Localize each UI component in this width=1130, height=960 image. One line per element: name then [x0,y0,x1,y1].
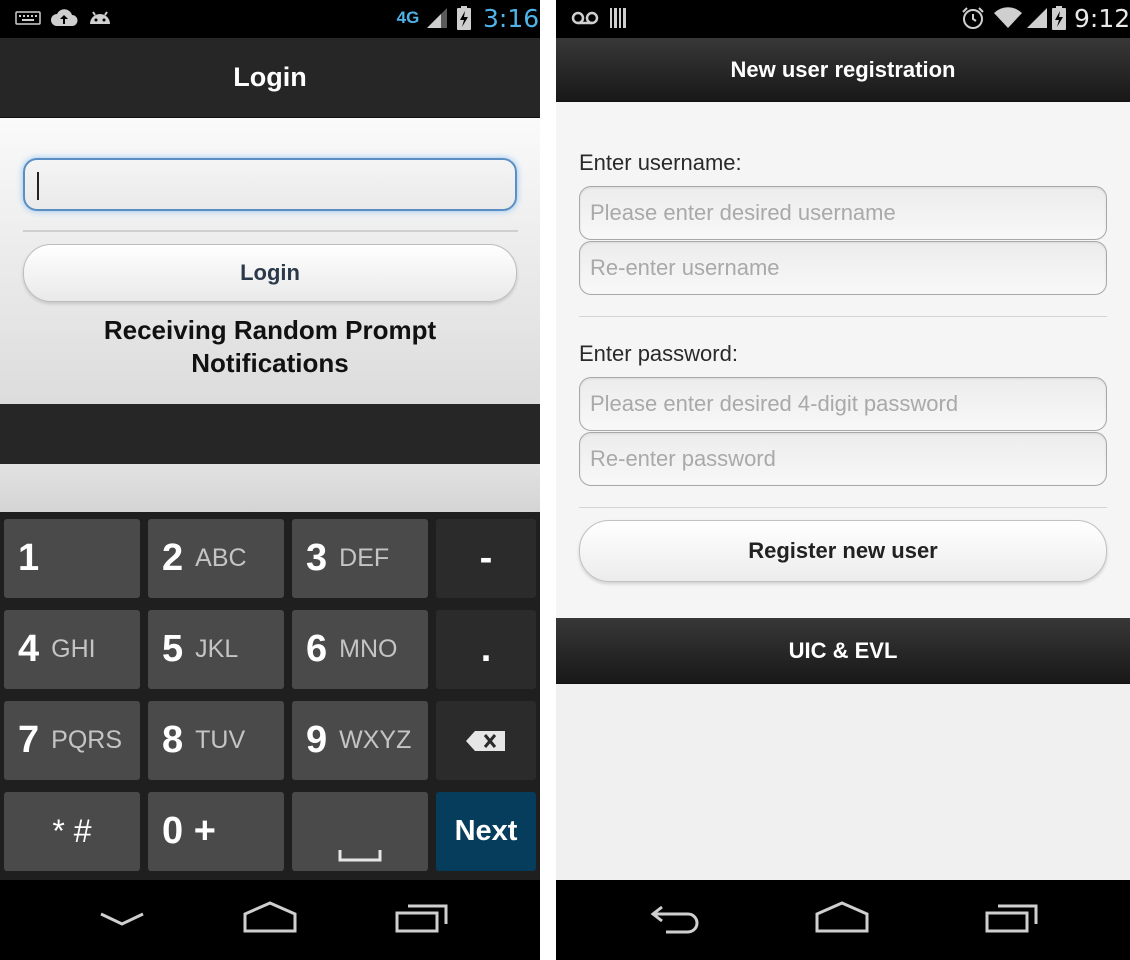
space-icon [338,849,382,861]
key-dot[interactable]: . [436,610,536,689]
key-dash-label: - [479,537,493,579]
cloud-upload-icon [50,6,78,30]
key-5-letters: JKL [195,635,239,663]
key-0[interactable]: 0 + [148,792,284,871]
login-button[interactable]: Login [23,244,517,302]
key-4-letters: GHI [51,635,96,663]
key-1[interactable]: 1 [4,519,140,598]
key-6[interactable]: 6 MNO [292,610,428,689]
backspace-icon [466,730,505,751]
page-background [556,684,1130,884]
navigation-bar [0,880,540,960]
key-2[interactable]: 2 ABC [148,519,284,598]
key-7[interactable]: 7 PQRS [4,701,140,780]
key-9[interactable]: 9 WXYZ [292,701,428,780]
next-key-label: Next [454,815,518,847]
key-5-number: 5 [162,628,184,670]
key-1-number: 1 [18,537,40,579]
username-input[interactable]: Please enter desired username [579,186,1107,240]
username-confirm-input[interactable]: Re-enter username [579,241,1107,295]
key-8-number: 8 [162,719,184,761]
key-0-number: 0 + [162,810,216,852]
android-icon [86,6,114,30]
voicemail-icon [570,6,600,30]
recent-apps-icon[interactable] [394,900,450,934]
status-message: Receiving Random Prompt Notifications [103,315,437,378]
navigation-bar [556,880,1130,960]
signal-icon [424,6,450,30]
password-label: Enter password: [579,341,738,366]
key-dot-label: . [480,628,492,670]
divider [23,230,518,232]
key-8-letters: TUV [195,726,246,754]
status-time: 3:16 [483,4,540,33]
wifi-icon [992,6,1024,30]
status-bar: 9:12 [556,0,1130,38]
barcode-icon [608,6,630,30]
password-confirm-input[interactable]: Re-enter password [579,432,1107,486]
key-5[interactable]: 5 JKL [148,610,284,689]
lte-icon: 4G [396,8,420,27]
key-7-number: 7 [18,719,40,761]
signal-icon [1024,6,1050,30]
page-title: New user registration [556,38,1130,102]
space-key[interactable] [292,792,428,871]
next-key[interactable]: Next [436,792,536,871]
key-2-letters: ABC [195,544,247,572]
key-8[interactable]: 8 TUV [148,701,284,780]
back-arrow-icon[interactable] [650,904,702,934]
back-chevron-icon[interactable] [98,910,146,930]
key-3-letters: DEF [339,544,390,572]
key-9-number: 9 [306,719,328,761]
register-button[interactable]: Register new user [579,520,1107,582]
backspace-key[interactable] [436,701,536,780]
status-time: 9:12 [1074,4,1130,33]
login-phone-screen: 4G 3:16 Login Login Receiving Random Pro… [0,0,540,960]
username-label: Enter username: [579,150,742,175]
registration-phone-screen: 9:12 New user registration Enter usernam… [556,0,1130,960]
divider [579,316,1107,317]
divider [579,507,1107,508]
page-background [0,464,540,512]
alarm-icon [960,6,986,30]
login-form: Login Receiving Random Prompt Notificati… [0,118,540,404]
page-title: Login [0,38,540,118]
numeric-keyboard: 1 2 ABC 3 DEF - 4 GHI 5 JKL 6 MNO . 7 PQ… [0,512,540,880]
key-6-number: 6 [306,628,328,670]
text-caret [37,172,39,200]
footer-text: UIC & EVL [556,618,1130,684]
key-star-hash[interactable]: * # [4,792,140,871]
password-input[interactable]: Please enter desired 4-digit password [579,377,1107,431]
login-input[interactable] [23,158,517,211]
key-4-number: 4 [18,628,40,670]
home-icon[interactable] [814,900,870,934]
home-icon[interactable] [242,900,298,934]
key-6-letters: MNO [339,635,398,663]
registration-form: Enter username: Please enter desired use… [556,102,1130,618]
status-bar: 4G 3:16 [0,0,540,38]
key-4[interactable]: 4 GHI [4,610,140,689]
key-9-letters: WXYZ [339,726,412,754]
screenshot-divider [540,0,556,960]
battery-charging-icon [1050,6,1068,30]
key-dash[interactable]: - [436,519,536,598]
key-3[interactable]: 3 DEF [292,519,428,598]
key-3-number: 3 [306,537,328,579]
battery-charging-icon [455,6,473,30]
footer-bar [0,404,540,464]
key-star-hash-label: * # [52,813,92,849]
recent-apps-icon[interactable] [984,900,1040,934]
keyboard-icon [14,6,42,30]
key-7-letters: PQRS [51,726,122,754]
key-2-number: 2 [162,537,184,579]
